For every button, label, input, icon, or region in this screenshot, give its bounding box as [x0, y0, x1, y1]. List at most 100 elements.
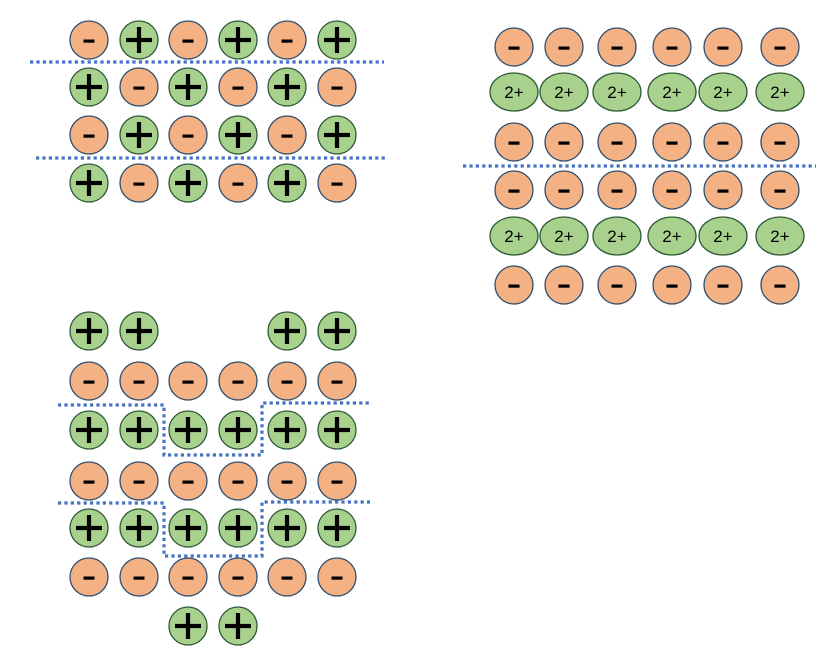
anion-minus [760, 122, 800, 162]
minus-sign [182, 380, 194, 384]
plus-sign-vertical [136, 417, 142, 443]
anion-minus [597, 122, 637, 162]
panel-bottom-left-lattice [69, 311, 357, 646]
cation-plus [218, 508, 258, 548]
cation-plus [119, 20, 159, 60]
minus-sign [83, 39, 95, 43]
panel-top-right-lattice: 2+ 2+ 2+ 2+ 2+ 2+ 2+ 2+ 2+ 2+ 2+ 2+ [489, 27, 805, 305]
anion-minus [69, 20, 109, 60]
cation-plus [317, 410, 357, 450]
plus-sign-vertical [185, 417, 191, 443]
anion-minus [218, 163, 258, 203]
minus-sign [508, 46, 520, 50]
anion-minus [218, 557, 258, 597]
charge-label: 2+ [504, 83, 523, 102]
minus-sign [232, 576, 244, 580]
anion-minus [119, 461, 159, 501]
anion-minus [652, 27, 692, 67]
cation-plus [69, 163, 109, 203]
minus-sign [83, 380, 95, 384]
minus-sign [611, 46, 623, 50]
minus-sign [558, 284, 570, 288]
cation-2plus: 2+ [489, 216, 539, 256]
panel-top-left-lattice [69, 20, 357, 203]
minus-sign [133, 86, 145, 90]
anion-minus [544, 122, 584, 162]
minus-sign [666, 189, 678, 193]
anion-minus [703, 27, 743, 67]
anion-minus [494, 170, 534, 210]
anion-minus [119, 163, 159, 203]
anion-minus [652, 122, 692, 162]
minus-sign [508, 284, 520, 288]
cation-plus [317, 115, 357, 155]
charge-label: 2+ [554, 83, 573, 102]
plus-sign-vertical [235, 515, 241, 541]
anion-minus [168, 115, 208, 155]
minus-sign [331, 576, 343, 580]
cation-plus [267, 163, 307, 203]
cation-2plus: 2+ [647, 216, 697, 256]
minus-sign [508, 141, 520, 145]
plus-sign-vertical [284, 74, 290, 100]
cation-plus [168, 508, 208, 548]
minus-sign [133, 182, 145, 186]
minus-sign [558, 189, 570, 193]
anion-minus [597, 265, 637, 305]
anion-minus [652, 265, 692, 305]
cation-2plus: 2+ [489, 72, 539, 112]
plus-sign-vertical [334, 417, 340, 443]
minus-sign [281, 480, 293, 484]
anion-minus [544, 170, 584, 210]
minus-sign [717, 284, 729, 288]
minus-sign [774, 189, 786, 193]
minus-sign [508, 189, 520, 193]
cation-plus [218, 410, 258, 450]
plus-sign-vertical [86, 515, 92, 541]
plus-sign-vertical [136, 515, 142, 541]
cation-2plus: 2+ [698, 72, 748, 112]
plus-sign-vertical [136, 27, 142, 53]
ionic-lattice-diagram: 2+ 2+ 2+ 2+ 2+ 2+ 2+ 2+ 2+ 2+ 2+ 2+ [30, 20, 816, 646]
charge-label: 2+ [554, 227, 573, 246]
minus-sign [281, 380, 293, 384]
anion-minus [703, 170, 743, 210]
cation-plus [267, 67, 307, 107]
minus-sign [133, 576, 145, 580]
minus-sign [232, 380, 244, 384]
anion-minus [597, 170, 637, 210]
cation-plus [119, 115, 159, 155]
minus-sign [774, 284, 786, 288]
plus-sign-vertical [86, 74, 92, 100]
cation-2plus: 2+ [592, 72, 642, 112]
cation-plus [119, 410, 159, 450]
minus-sign [182, 134, 194, 138]
cation-plus [267, 311, 307, 351]
anion-minus [652, 170, 692, 210]
plus-sign-vertical [284, 417, 290, 443]
cation-plus [317, 20, 357, 60]
cation-2plus: 2+ [755, 72, 805, 112]
anion-minus [218, 461, 258, 501]
anion-minus [494, 122, 534, 162]
plus-sign-vertical [86, 417, 92, 443]
cation-plus [218, 20, 258, 60]
charge-label: 2+ [713, 83, 732, 102]
anion-minus [544, 27, 584, 67]
cation-2plus: 2+ [698, 216, 748, 256]
cation-plus [69, 410, 109, 450]
cation-plus [168, 67, 208, 107]
anion-minus [267, 361, 307, 401]
plus-sign-vertical [185, 515, 191, 541]
anion-minus [317, 557, 357, 597]
cation-plus [218, 115, 258, 155]
anion-minus [703, 122, 743, 162]
minus-sign [774, 141, 786, 145]
minus-sign [611, 284, 623, 288]
cation-plus [267, 508, 307, 548]
minus-sign [133, 480, 145, 484]
plus-sign-vertical [185, 170, 191, 196]
anion-minus [494, 27, 534, 67]
cation-plus [218, 606, 258, 646]
minus-sign [717, 141, 729, 145]
